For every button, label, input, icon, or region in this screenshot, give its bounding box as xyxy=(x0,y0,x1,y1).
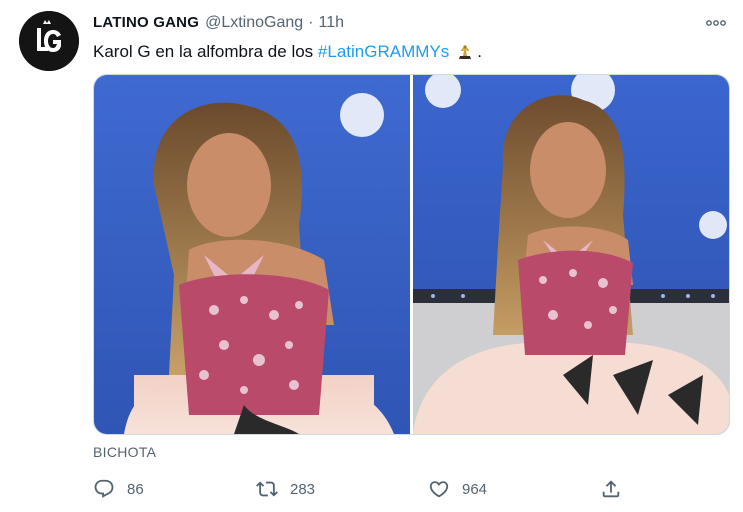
tweet-text: Karol G en la alfombra de los #LatinGRAM… xyxy=(93,41,482,63)
hashtag-link[interactable]: #LatinGRAMMYs xyxy=(318,41,449,63)
timestamp[interactable]: 11h xyxy=(319,14,345,32)
retweet-icon xyxy=(256,481,278,497)
separator-dot: · xyxy=(308,14,314,31)
tweet[interactable]: LATINO GANG @LxtinoGang · 11h Karol G en… xyxy=(0,0,743,512)
heart-icon xyxy=(429,481,449,498)
latino-gang-logo-icon xyxy=(19,11,79,71)
tweet-text-start: Karol G en la alfombra de los xyxy=(93,42,318,61)
more-options-button[interactable] xyxy=(702,14,730,32)
reply-count: 86 xyxy=(127,480,144,498)
reply-button[interactable]: 86 xyxy=(93,477,144,501)
photo-1[interactable] xyxy=(94,75,410,434)
tweet-header: LATINO GANG @LxtinoGang · 11h xyxy=(93,14,344,34)
share-icon xyxy=(602,480,620,498)
gramophone-trophy-icon xyxy=(459,45,472,59)
avatar[interactable] xyxy=(19,11,79,71)
red-carpet-photo-right xyxy=(413,75,729,434)
media-grid xyxy=(93,74,730,435)
user-handle[interactable]: @LxtinoGang xyxy=(205,14,303,32)
red-carpet-photo-left xyxy=(94,75,410,434)
tweet-text-end: . xyxy=(477,42,482,61)
retweet-count: 283 xyxy=(290,480,316,498)
like-count: 964 xyxy=(462,480,488,498)
display-name[interactable]: LATINO GANG xyxy=(93,14,199,31)
tweet-actions: 86 283 964 xyxy=(93,477,728,501)
like-button[interactable]: 964 xyxy=(428,477,487,501)
media-caption: BICHOTA xyxy=(93,444,157,460)
share-button[interactable] xyxy=(600,477,622,501)
photo-2[interactable] xyxy=(413,75,729,434)
retweet-button[interactable]: 283 xyxy=(256,477,315,501)
more-horizontal-icon xyxy=(706,20,726,26)
reply-icon xyxy=(94,479,114,498)
